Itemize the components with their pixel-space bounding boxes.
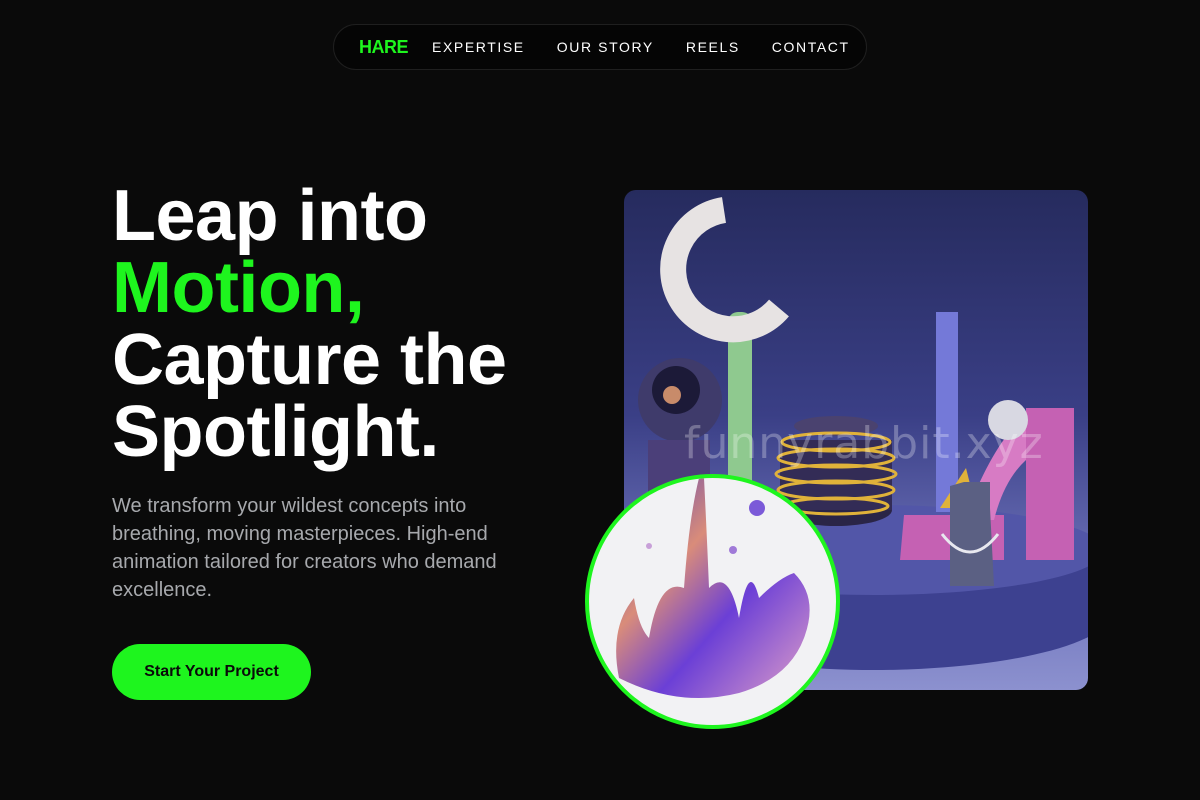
headline-line-4: Spotlight.: [112, 392, 439, 472]
nav-link-expertise[interactable]: EXPERTISE: [432, 39, 525, 55]
liquid-splash-image: [585, 474, 840, 729]
hero-headline: Leap into Motion, Capture the Spotlight.: [112, 180, 582, 468]
chrome-liquid-splash-illustration: [616, 478, 810, 698]
headline-line-3: Capture the: [112, 320, 507, 400]
top-nav: HARE EXPERTISE OUR STORY REELS CONTACT: [333, 24, 867, 70]
nav-link-our-story[interactable]: OUR STORY: [557, 39, 654, 55]
nav-link-contact[interactable]: CONTACT: [772, 39, 850, 55]
start-project-button[interactable]: Start Your Project: [112, 644, 311, 700]
brand-logo[interactable]: HARE: [359, 37, 409, 58]
hero-description: We transform your wildest concepts into …: [112, 495, 497, 601]
headline-accent: Motion,: [112, 248, 365, 328]
headline-line-1: Leap into: [112, 176, 428, 256]
nav-link-reels[interactable]: REELS: [686, 39, 740, 55]
